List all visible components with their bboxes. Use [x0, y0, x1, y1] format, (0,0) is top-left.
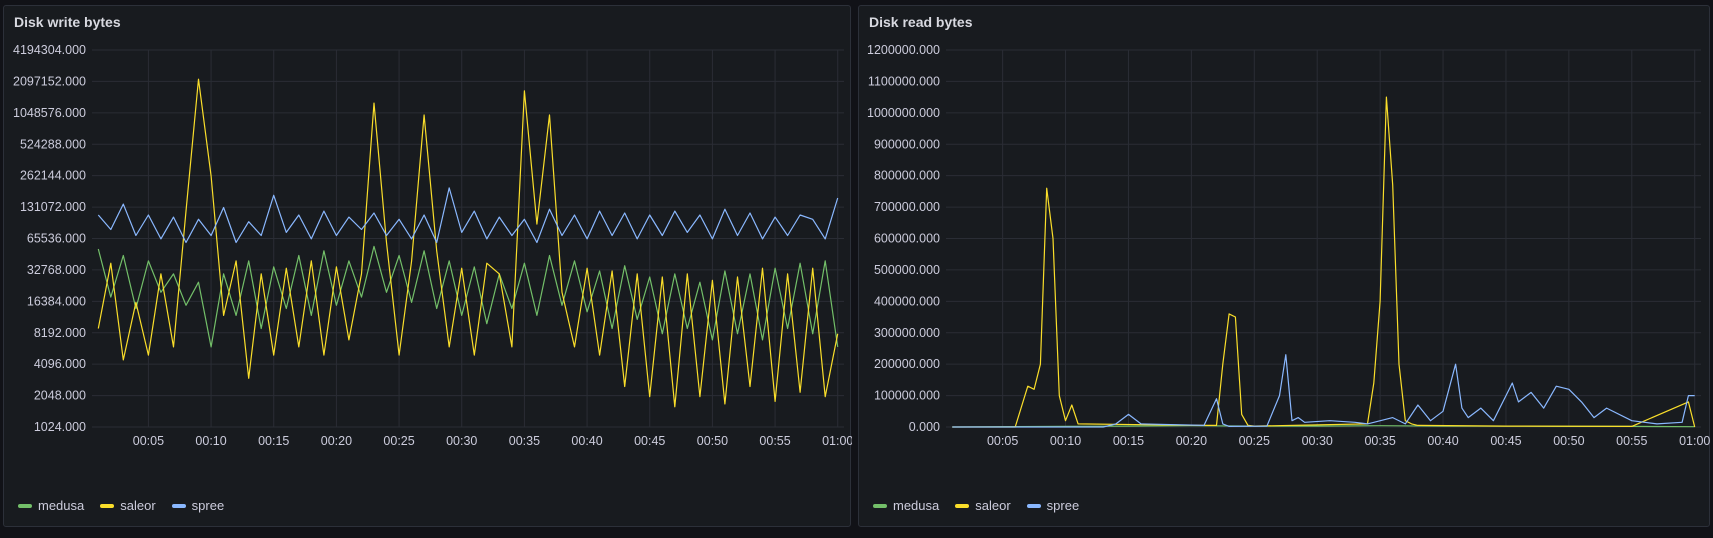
y-tick-label: 1100000.000 [868, 74, 940, 88]
y-tick-label: 300000.000 [874, 326, 940, 340]
x-tick-label: 00:30 [1302, 434, 1333, 448]
legend-item-saleor[interactable]: saleor [955, 498, 1011, 513]
x-tick-label: 00:55 [759, 434, 790, 448]
x-tick-label: 00:05 [133, 434, 164, 448]
y-tick-label: 2048.000 [34, 389, 86, 403]
y-tick-label: 2097152.000 [13, 74, 86, 88]
x-tick-label: 00:20 [1176, 434, 1207, 448]
x-tick-label: 00:15 [1113, 434, 1144, 448]
legend-label-spree: spree [1046, 498, 1080, 513]
y-tick-label: 262144.000 [20, 169, 86, 183]
x-tick-label: 00:45 [634, 434, 665, 448]
disk-read-chart: 1200000.000 1100000.000 1000000.000 900000.… [867, 43, 1710, 448]
y-tick-label: 900000.000 [874, 137, 940, 151]
legend-swatch-spree [1026, 503, 1041, 508]
x-tick-label: 00:30 [446, 434, 477, 448]
y-tick-label: 1024.000 [34, 420, 86, 434]
x-tick-label: 00:50 [1553, 434, 1584, 448]
legend-swatch-saleor [100, 503, 115, 508]
y-tick-label: 800000.000 [874, 169, 940, 183]
y-tick-label: 1200000.000 [867, 43, 940, 57]
y-tick-label: 4096.000 [34, 357, 86, 371]
legend-disk-read: medusa saleor spree [873, 498, 1079, 513]
x-tick-label: 00:40 [1427, 434, 1458, 448]
disk-read-panel: Disk read bytes 1200000.000 1100000.000 10… [858, 5, 1710, 527]
series-line-spree[interactable] [97, 187, 839, 244]
legend-item-medusa[interactable]: medusa [873, 498, 939, 513]
y-tick-label: 16384.000 [27, 294, 86, 308]
y-tick-label: 4194304.000 [13, 43, 86, 57]
legend-swatch-medusa [873, 503, 887, 508]
y-tick-label: 524288.000 [20, 137, 86, 151]
y-tick-label: 32768.000 [27, 263, 86, 277]
y-tick-label: 1048576.000 [13, 106, 86, 120]
y-tick-label: 8192.000 [34, 326, 86, 340]
y-tick-label: 600000.000 [874, 232, 940, 246]
x-tick-label: 01:00 [1679, 434, 1710, 448]
x-tick-label: 00:15 [258, 434, 289, 448]
y-tick-label: 400000.000 [874, 294, 940, 308]
legend-label-medusa: medusa [893, 498, 940, 513]
y-tick-label: 131072.000 [20, 200, 86, 214]
x-tick-label: 00:40 [571, 434, 602, 448]
disk-write-chart: 4194304.000 2097152.000 1048576.000 524288.… [13, 43, 852, 448]
y-tick-label: 500000.000 [874, 263, 940, 277]
x-tick-label: 00:10 [195, 434, 226, 448]
y-tick-label: 200000.000 [874, 357, 940, 371]
legend-swatch-saleor [955, 503, 970, 508]
legend-item-saleor[interactable]: saleor [100, 498, 156, 513]
series-line-medusa[interactable] [97, 245, 839, 348]
x-tick-label: 00:35 [1364, 434, 1395, 448]
series-line-saleor[interactable] [952, 96, 1696, 428]
legend-label-medusa: medusa [38, 498, 85, 513]
x-tick-label: 00:25 [1239, 434, 1270, 448]
x-tick-label: 00:05 [987, 434, 1018, 448]
legend-label-spree: spree [191, 498, 225, 513]
series-line-saleor[interactable] [97, 78, 839, 408]
legend-swatch-medusa [18, 503, 32, 508]
disk-write-panel: Disk write bytes 4194304.000 2097152.000 1… [3, 5, 852, 527]
y-tick-label: 700000.000 [874, 200, 940, 214]
x-tick-label: 00:35 [509, 434, 540, 448]
y-tick-label: 0.000 [909, 420, 940, 434]
y-tick-label: 100000.000 [874, 389, 940, 403]
legend-swatch-spree [171, 503, 186, 508]
series-line-spree[interactable] [952, 354, 1695, 428]
y-tick-label: 1000000.000 [867, 106, 940, 120]
x-tick-label: 00:10 [1050, 434, 1081, 448]
x-tick-label: 00:50 [697, 434, 728, 448]
y-tick-label: 65536.000 [27, 232, 86, 246]
x-tick-label: 00:20 [321, 434, 352, 448]
x-tick-label: 00:45 [1490, 434, 1521, 448]
legend-disk-write: medusa saleor spree [18, 498, 224, 513]
legend-item-spree[interactable]: spree [171, 498, 225, 513]
legend-item-medusa[interactable]: medusa [18, 498, 84, 513]
x-tick-label: 01:00 [822, 434, 852, 448]
legend-item-spree[interactable]: spree [1026, 498, 1080, 513]
legend-label-saleor: saleor [120, 498, 156, 513]
legend-label-saleor: saleor [975, 498, 1011, 513]
x-tick-label: 00:55 [1616, 434, 1647, 448]
x-tick-label: 00:25 [383, 434, 414, 448]
